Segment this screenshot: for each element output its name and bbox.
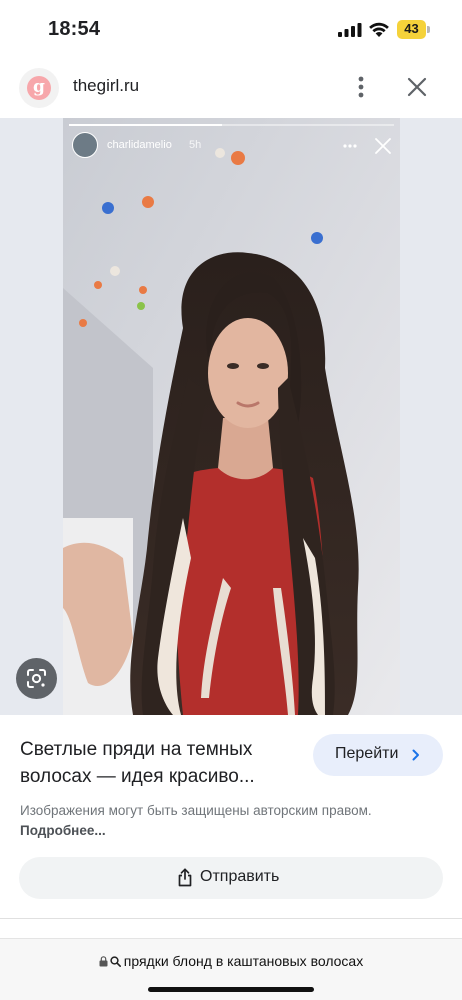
site-name[interactable]: thegirl.ru [73, 76, 139, 96]
visit-button-label: Перейти [335, 745, 399, 762]
share-button[interactable]: Отправить [19, 857, 443, 899]
status-time: 18:54 [48, 18, 101, 40]
more-vertical-icon[interactable] [352, 74, 370, 100]
signal-icon [338, 23, 362, 37]
browser-url-bar[interactable]: прядки блонд в каштановых волосах [0, 938, 462, 1000]
result-title[interactable]: Светлые пряди на темных волосах — идея к… [20, 736, 295, 790]
story-progress-bar [69, 124, 394, 126]
wifi-icon [369, 22, 389, 37]
battery-icon: 43 [397, 20, 431, 39]
story-close-icon[interactable] [374, 137, 392, 155]
battery-level: 43 [404, 21, 419, 36]
search-query: прядки блонд в каштановых волосах [123, 953, 364, 969]
site-logo[interactable]: g [19, 68, 59, 108]
wall-ball [94, 281, 102, 289]
wall-ball [139, 286, 147, 294]
battery-cap [427, 26, 430, 33]
lens-icon [27, 669, 46, 688]
share-icon [178, 868, 192, 887]
image-preview-area: charlidamelio 5h [0, 118, 462, 715]
result-header: g thegirl.ru [0, 56, 462, 118]
site-logo-letter: g [27, 76, 51, 100]
story-time: 5h [189, 139, 202, 151]
lock-icon [99, 956, 108, 967]
more-info-link[interactable]: Подробнее... [20, 823, 106, 838]
visit-button[interactable]: Перейти [313, 734, 443, 776]
story-avatar[interactable] [72, 132, 98, 158]
wall-ball [79, 319, 87, 327]
search-icon [110, 956, 121, 967]
wall-ball [142, 196, 154, 208]
result-caption: Светлые пряди на темных волосах — идея к… [0, 715, 462, 915]
story-progress-fill [69, 124, 222, 126]
more-horizontal-icon[interactable] [343, 144, 357, 148]
copyright-notice: Изображения могут быть защищены авторски… [20, 801, 400, 841]
status-bar: 18:54 43 [0, 0, 462, 56]
wall-ball [137, 302, 145, 310]
divider [0, 918, 462, 919]
home-indicator [148, 987, 314, 992]
lens-button[interactable] [16, 658, 57, 699]
chevron-right-icon [412, 749, 419, 761]
url-line[interactable]: прядки блонд в каштановых волосах [0, 953, 462, 969]
story-image[interactable]: charlidamelio 5h [63, 118, 400, 715]
close-icon[interactable] [406, 76, 428, 98]
share-button-label: Отправить [200, 868, 280, 885]
wall-ball [110, 266, 120, 276]
wall-ball [311, 232, 323, 244]
wall-ball [231, 151, 245, 165]
story-photo [63, 118, 400, 715]
wall-ball [102, 202, 114, 214]
wall-ball [215, 148, 225, 158]
story-username[interactable]: charlidamelio [107, 139, 172, 151]
copyright-text: Изображения могут быть защищены авторски… [20, 803, 372, 818]
